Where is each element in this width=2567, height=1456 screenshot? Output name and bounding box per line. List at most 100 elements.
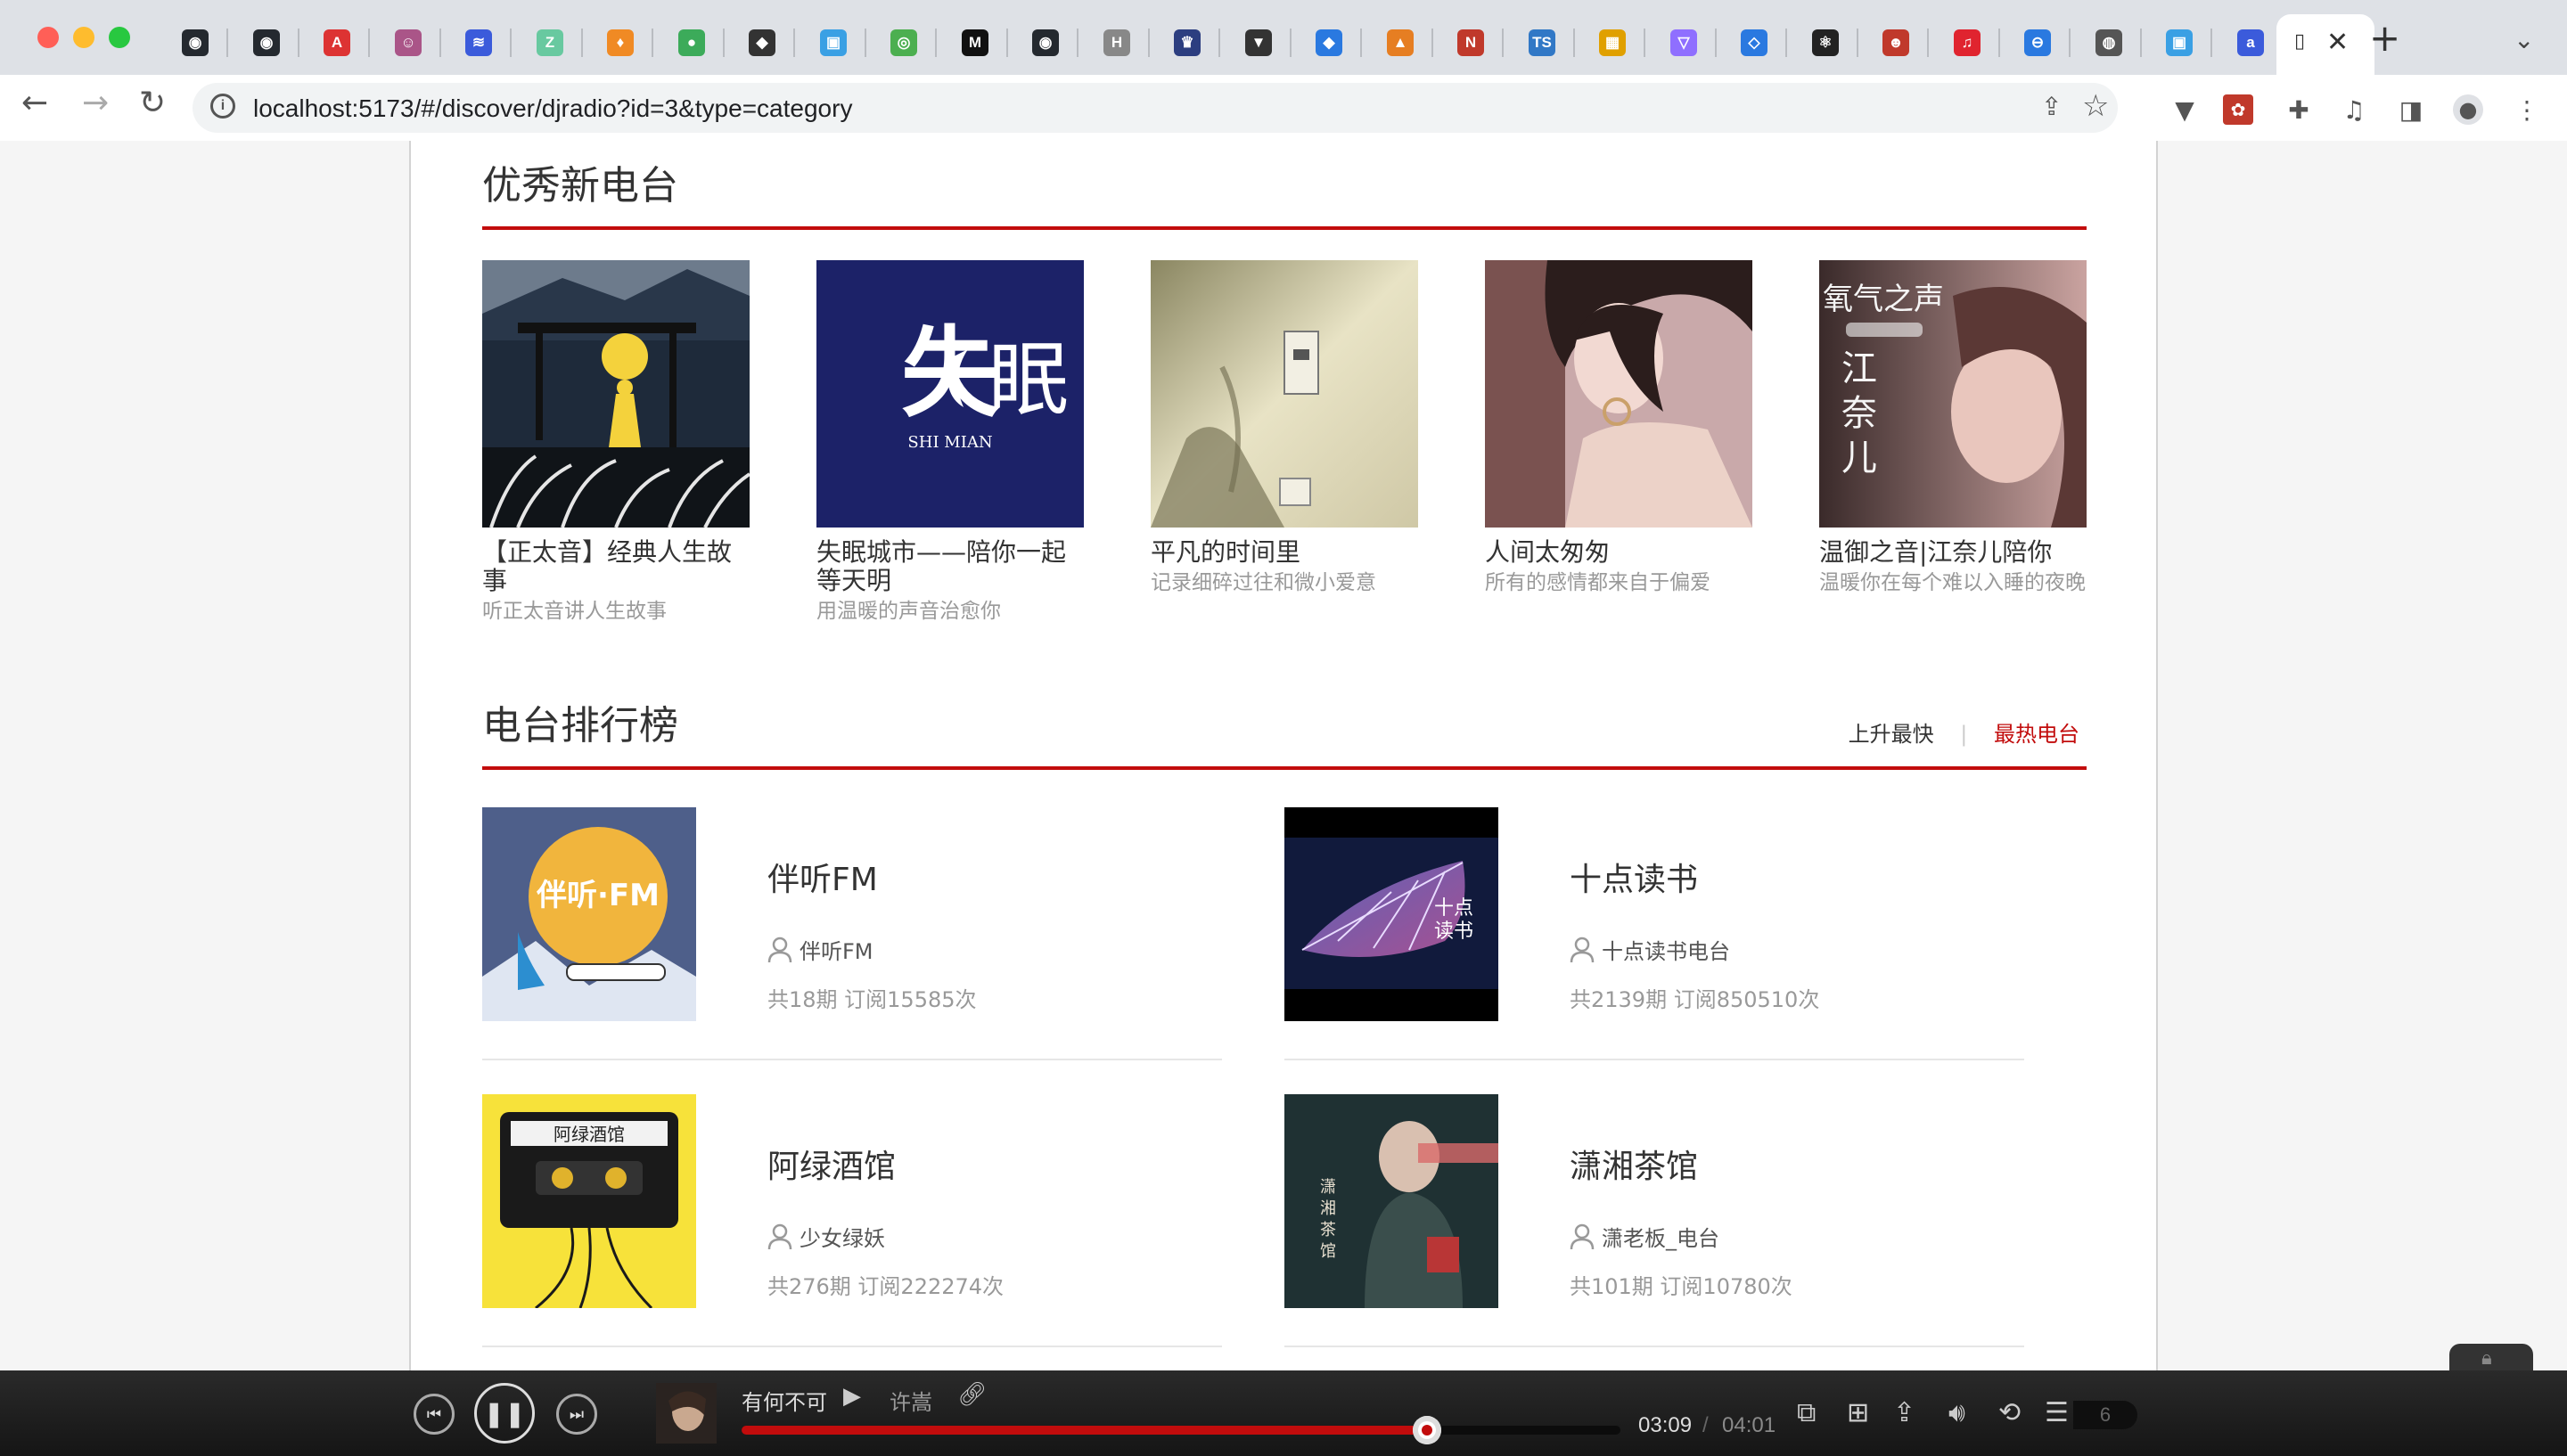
close-tab-icon[interactable]: ✕ — [2326, 27, 2349, 58]
radio-card[interactable]: 人间太匆匆 所有的感情都来自于偏爱 — [1485, 260, 1752, 594]
radio-cover-image[interactable]: 氧气之声 江 奈 儿 — [1819, 260, 2087, 528]
song-title[interactable]: 有何不可 — [742, 1385, 827, 1416]
side-panel-icon[interactable]: ◨ — [2396, 94, 2426, 125]
loop-icon[interactable]: ⟲ — [1998, 1397, 2021, 1428]
extension-red-icon[interactable]: ✿ — [2223, 94, 2253, 125]
reload-icon[interactable]: ↻ — [139, 87, 166, 119]
rank-dj-name[interactable]: 伴听FM — [800, 934, 873, 965]
artist-name[interactable]: 许嵩 — [890, 1385, 932, 1416]
back-arrow-icon[interactable]: ← — [21, 87, 48, 119]
minimize-window-button[interactable] — [73, 27, 94, 48]
forward-arrow-icon[interactable]: → — [82, 87, 109, 119]
song-cover-thumb[interactable] — [656, 1383, 717, 1444]
bookmark-star-icon[interactable]: ☆ — [2082, 88, 2109, 124]
radio-card[interactable]: 【正太音】经典人生故事 听正太音讲人生故事 — [482, 260, 750, 623]
globe-icon[interactable]: ◍ — [2095, 29, 2122, 56]
leaf-icon[interactable]: ● — [678, 29, 705, 56]
browser-menu-icon[interactable]: ⋮ — [2512, 94, 2542, 125]
active-tab[interactable]: ▯ ✕ — [2276, 14, 2374, 75]
address-bar[interactable]: i localhost:5173/#/discover/djradio?id=3… — [193, 83, 2118, 133]
link-icon[interactable]: 🔗︎ — [957, 1381, 987, 1408]
bilibili-icon[interactable]: ▣ — [2166, 29, 2193, 56]
next-track-button[interactable]: ⏭︎ — [556, 1394, 597, 1435]
radio-name[interactable]: 失眠城市——陪你一起等天明 — [816, 538, 1084, 595]
rank-dj[interactable]: 十点读书电台 — [1570, 934, 1730, 965]
radio-cover-image[interactable] — [1485, 260, 1752, 528]
rank-cover-image[interactable]: 伴听·FM — [482, 807, 696, 1021]
radio-cover-image[interactable] — [1151, 260, 1418, 528]
diamond-blue-icon[interactable]: ◆ — [1316, 29, 1342, 56]
radio-name[interactable]: 人间太匆匆 — [1485, 538, 1752, 567]
rank-name[interactable]: 阿绿酒馆 — [767, 1141, 896, 1187]
github-icon[interactable]: ◉ — [182, 29, 209, 56]
rank-cover-image[interactable]: 潇 湘 茶 馆 — [1284, 1094, 1498, 1308]
diamond-outline-icon[interactable]: ◇ — [1741, 29, 1767, 56]
playlist-count-badge[interactable]: 6 — [2073, 1401, 2137, 1429]
a-logo-icon[interactable]: A — [324, 29, 350, 56]
new-tab-button[interactable]: + — [2369, 20, 2400, 57]
rank-cover-image[interactable]: 阿绿酒馆 — [482, 1094, 696, 1308]
rank-dj-name[interactable]: 少女绿妖 — [800, 1221, 885, 1252]
radio-name[interactable]: 【正太音】经典人生故事 — [482, 538, 750, 595]
zoom-window-button[interactable] — [109, 27, 130, 48]
n-icon[interactable]: N — [1457, 29, 1484, 56]
extension-v-icon[interactable]: ▼ — [2169, 94, 2200, 125]
share-icon[interactable]: ⇪ — [2041, 92, 2062, 121]
share-icon[interactable]: ⇪ — [1893, 1397, 1915, 1428]
minus-circle-icon[interactable]: ⊖ — [2024, 29, 2051, 56]
media-control-icon[interactable]: ♫ — [2339, 94, 2369, 125]
site-info-icon[interactable]: i — [210, 94, 235, 119]
vite-icon[interactable]: ▽ — [1670, 29, 1697, 56]
h-icon[interactable]: H — [1103, 29, 1130, 56]
mv-icon[interactable]: ▶︎ — [843, 1383, 861, 1410]
layers-icon[interactable]: ≋ — [465, 29, 492, 56]
diamond-icon[interactable]: ◆ — [749, 29, 775, 56]
github-icon[interactable]: ◉ — [1032, 29, 1059, 56]
netease-music-icon[interactable]: ♫ — [1954, 29, 1981, 56]
a-circle-icon[interactable]: a — [2237, 29, 2264, 56]
radio-cover-image[interactable] — [482, 260, 750, 528]
tab-search-chevron-icon[interactable]: ⌄ — [2514, 25, 2534, 54]
triangle-icon[interactable]: ▲ — [1387, 29, 1414, 56]
rank-item[interactable]: 潇 湘 茶 馆 潇湘茶馆 潇老板_电台 共101期 订阅10780次 — [1284, 1094, 2024, 1347]
pause-button[interactable]: ❚❚ — [474, 1383, 535, 1444]
rank-item[interactable]: 阿绿酒馆 阿绿酒馆 少女绿妖 共276期 订阅222274次 — [482, 1094, 1222, 1347]
progress-track[interactable] — [742, 1416, 1620, 1444]
crown-icon[interactable]: ♛ — [1174, 29, 1201, 56]
progress-knob[interactable] — [1413, 1416, 1441, 1444]
tab-hottest[interactable]: 最热电台 — [1994, 716, 2079, 748]
rank-dj-name[interactable]: 十点读书电台 — [1602, 934, 1730, 965]
rank-item[interactable]: 十点 读书 十点读书 十点读书电台 共2139期 订阅850510次 — [1284, 807, 2024, 1060]
picture-in-picture-icon[interactable]: ⧉ — [1797, 1397, 1816, 1428]
rank-item[interactable]: 伴听·FM 伴听FM 伴听FM 共18期 订阅15585次 — [482, 807, 1222, 1060]
playlist-icon[interactable]: ☰ — [2045, 1397, 2069, 1428]
chrome-icon[interactable]: ◎ — [890, 29, 917, 56]
rank-dj[interactable]: 潇老板_电台 — [1570, 1221, 1719, 1252]
prism-icon[interactable]: ▼ — [1245, 29, 1272, 56]
rank-dj-name[interactable]: 潇老板_电台 — [1602, 1221, 1719, 1252]
tab-fast-rising[interactable]: 上升最快 — [1849, 716, 1934, 748]
ts-icon[interactable]: TS — [1529, 29, 1555, 56]
radio-card[interactable]: 氧气之声 江 奈 儿 温御之音|江奈儿陪你 温暖你在每个难以入睡的夜晚 — [1819, 260, 2087, 594]
rank-dj[interactable]: 少女绿妖 — [767, 1221, 885, 1252]
radio-name[interactable]: 温御之音|江奈儿陪你 — [1819, 538, 2087, 567]
avatar-icon[interactable]: ☺ — [395, 29, 422, 56]
rank-name[interactable]: 十点读书 — [1570, 854, 1698, 900]
bilibili-icon[interactable]: ▣ — [820, 29, 847, 56]
rank-name[interactable]: 潇湘茶馆 — [1570, 1141, 1698, 1187]
github-icon[interactable]: ◉ — [253, 29, 280, 56]
extensions-puzzle-icon[interactable]: ✚ — [2284, 94, 2314, 125]
mask-icon[interactable]: ☻ — [1882, 29, 1909, 56]
rank-dj[interactable]: 伴听FM — [767, 934, 873, 965]
previous-track-button[interactable]: ⏮︎ — [414, 1394, 455, 1435]
profile-avatar-icon[interactable]: ● — [2453, 94, 2483, 125]
radio-card[interactable]: 平凡的时间里 记录细碎过往和微小爱意 — [1151, 260, 1418, 594]
add-to-playlist-icon[interactable]: ⊞ — [1847, 1397, 1869, 1428]
m-icon[interactable]: M — [962, 29, 988, 56]
radio-name[interactable]: 平凡的时间里 — [1151, 538, 1418, 567]
rank-cover-image[interactable]: 十点 读书 — [1284, 807, 1498, 1021]
player-lock-tab[interactable]: 🔒︎ — [2449, 1344, 2533, 1374]
radio-card[interactable]: 失 眠 SHI MIAN 失眠城市——陪你一起等天明 用温暖的声音治愈你 — [816, 260, 1084, 623]
volume-icon[interactable]: 🔊︎ — [1948, 1397, 1965, 1428]
lock-icon[interactable]: 🔒︎ — [2481, 1347, 2492, 1370]
